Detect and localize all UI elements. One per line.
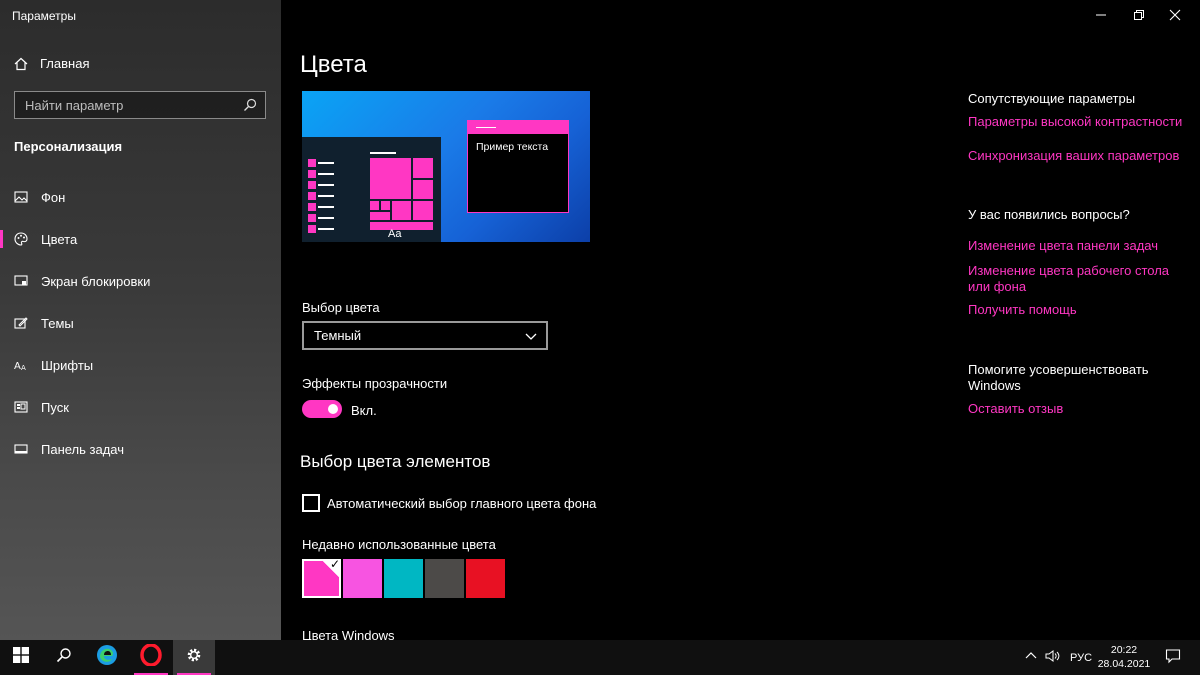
page-title: Цвета (300, 51, 367, 78)
notifications-icon (1165, 648, 1181, 667)
preview-start-menu (302, 137, 441, 242)
close-button[interactable] (1158, 0, 1192, 30)
sidebar-item-label: Экран блокировки (41, 273, 151, 289)
chevron-down-icon (524, 329, 538, 343)
checkmark-icon: ✓ (329, 557, 340, 571)
home-link[interactable]: Главная (14, 56, 89, 71)
section-title: Персонализация (14, 139, 123, 154)
sidebar-item-themes[interactable]: Темы (0, 302, 281, 344)
themes-icon (14, 316, 28, 330)
accent-heading: Выбор цвета элементов (300, 452, 491, 471)
close-icon (1168, 8, 1182, 22)
improve-heading: Помогите усовершенствовать Windows (968, 362, 1149, 393)
chevron-up-icon (1024, 649, 1038, 666)
taskbar: РУС 20:22 28.04.2021 (0, 640, 1200, 675)
sidebar-item-label: Темы (41, 315, 74, 331)
sidebar-item-start[interactable]: Пуск (0, 386, 281, 428)
volume-button[interactable] (1045, 640, 1061, 675)
sidebar-item-label: Шрифты (41, 357, 94, 373)
sidebar-item-label: Цвета (41, 231, 78, 247)
language-indicator[interactable]: РУС (1070, 640, 1092, 675)
color-swatch[interactable] (343, 559, 382, 598)
clock-date: 28.04.2021 (1097, 658, 1151, 670)
palette-icon (14, 232, 28, 246)
search-icon[interactable] (243, 98, 257, 112)
preview-tile-text: Aa (388, 228, 402, 240)
sidebar-item-label: Панель задач (41, 441, 125, 457)
sidebar-nav: Фон Цвета Экран блокировки Темы AA Шрифт… (0, 176, 281, 470)
notifications-button[interactable] (1165, 640, 1181, 675)
opera-button[interactable] (130, 640, 172, 675)
desktop-color-help-link[interactable]: Изменение цвета рабочего стола или фона (968, 263, 1173, 295)
color-mode-value: Темный (314, 328, 362, 343)
settings-icon (185, 646, 203, 669)
color-choice-label: Выбор цвета (302, 300, 380, 315)
language-label: РУС (1070, 651, 1093, 664)
transparency-state: Вкл. (351, 403, 377, 418)
lock-screen-icon (14, 274, 28, 288)
taskbar-color-help-link[interactable]: Изменение цвета панели задач (968, 238, 1158, 254)
theme-preview: Aa Пример текста (302, 91, 590, 242)
recent-colors-label: Недавно использованные цвета (302, 537, 496, 552)
search-placeholder: Найти параметр (25, 97, 124, 113)
preview-window: Пример текста (467, 120, 569, 213)
start-icon (14, 400, 28, 414)
auto-accent-checkbox[interactable] (302, 494, 320, 512)
search-input[interactable]: Найти параметр (14, 91, 266, 119)
sync-settings-link[interactable]: Синхронизация ваших параметров (968, 148, 1179, 164)
volume-icon (1045, 649, 1061, 666)
recent-colors: ✓ (302, 557, 505, 598)
color-swatch[interactable]: ✓ (302, 557, 341, 598)
restore-icon (1132, 8, 1146, 22)
restore-button[interactable] (1122, 0, 1156, 30)
sidebar-item-fonts[interactable]: AA Шрифты (0, 344, 281, 386)
picture-icon (14, 190, 28, 204)
main-content: Цвета Aa Пример текста Выбор цвета Темны… (281, 0, 1200, 643)
taskbar-icon (14, 442, 28, 456)
opera-icon (140, 643, 162, 671)
transparency-label: Эффекты прозрачности (302, 376, 448, 391)
sidebar-item-label: Фон (41, 189, 66, 205)
edge-button[interactable] (86, 640, 128, 675)
minimize-button[interactable] (1084, 0, 1118, 30)
edge-icon (96, 644, 118, 671)
sidebar-item-lock-screen[interactable]: Экран блокировки (0, 260, 281, 302)
sidebar: Параметры Главная Найти параметр Персона… (0, 0, 281, 640)
clock[interactable]: 20:22 28.04.2021 (1093, 643, 1155, 671)
color-swatch[interactable] (466, 559, 505, 598)
clock-time: 20:22 (1110, 644, 1138, 656)
svg-text:A: A (14, 361, 21, 372)
windows-start-icon (13, 647, 29, 668)
fonts-icon: AA (14, 358, 28, 372)
preview-window-text: Пример текста (476, 141, 549, 153)
search-icon (56, 647, 72, 668)
questions-heading: У вас появились вопросы? (968, 207, 1130, 222)
feedback-link[interactable]: Оставить отзыв (968, 401, 1063, 417)
get-help-link[interactable]: Получить помощь (968, 302, 1077, 318)
window-title: Параметры (12, 9, 76, 23)
color-mode-dropdown[interactable]: Темный (302, 321, 548, 350)
minimize-icon (1094, 8, 1108, 22)
sidebar-item-label: Пуск (41, 399, 69, 415)
color-swatch[interactable] (425, 559, 464, 598)
transparency-toggle[interactable] (302, 400, 342, 418)
tray-overflow-button[interactable] (1024, 640, 1038, 675)
sidebar-item-taskbar[interactable]: Панель задач (0, 428, 281, 470)
settings-taskbar-button[interactable] (173, 640, 215, 675)
related-heading: Сопутствующие параметры (968, 91, 1136, 106)
color-swatch[interactable] (384, 559, 423, 598)
sidebar-item-colors[interactable]: Цвета (0, 218, 281, 260)
home-icon (14, 57, 28, 71)
sidebar-item-background[interactable]: Фон (0, 176, 281, 218)
svg-text:A: A (21, 364, 26, 372)
taskbar-search-button[interactable] (43, 640, 85, 675)
home-label: Главная (40, 56, 90, 71)
auto-accent-label: Автоматический выбор главного цвета фона (327, 496, 597, 511)
high-contrast-link[interactable]: Параметры высокой контрастности (968, 114, 1182, 130)
start-button[interactable] (0, 640, 42, 675)
